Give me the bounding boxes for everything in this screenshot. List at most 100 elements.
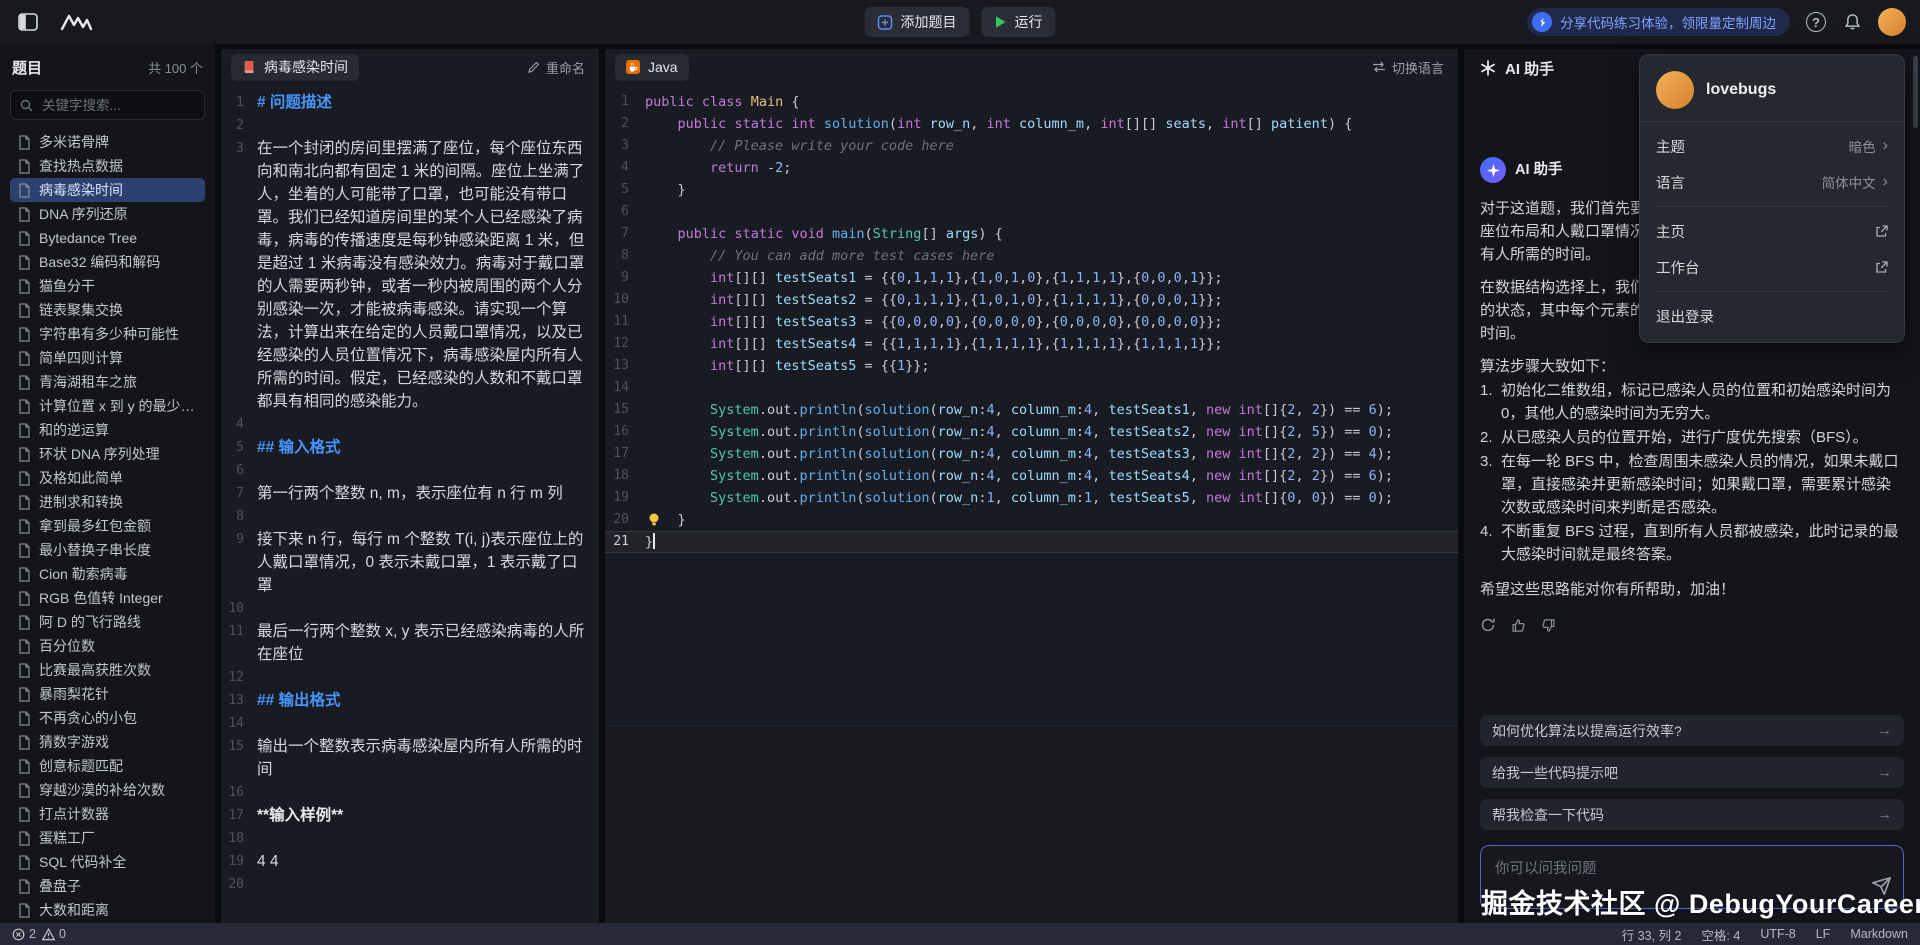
code-line[interactable]: 9 int[][] testSeats1 = {{0,1,1,1},{1,0,1… [605,267,1458,289]
sidebar-item[interactable]: Cion 勒索病毒 [10,562,205,586]
sidebar-item[interactable]: Bytedance Tree [10,226,205,250]
sidebar-item[interactable]: 不再贪心的小包 [10,706,205,730]
sidebar-item[interactable]: 暴雨梨花针 [10,682,205,706]
sidebar-item[interactable]: 计算位置 x 到 y 的最少步数 [10,394,205,418]
code-line[interactable]: 3 // Please write your code here [605,135,1458,157]
code-line[interactable]: 2 public static int solution(int row_n, … [605,113,1458,135]
markdown-line[interactable]: 13## 输出格式 [221,689,599,712]
code-line[interactable]: 6 [605,201,1458,223]
search-box[interactable] [10,90,205,120]
code-line[interactable]: 7 public static void main(String[] args)… [605,223,1458,245]
markdown-line[interactable]: 20 [221,873,599,896]
code-line[interactable]: 10 int[][] testSeats2 = {{0,1,1,1},{1,0,… [605,289,1458,311]
sidebar-item[interactable]: 环状 DNA 序列处理 [10,442,205,466]
eol[interactable]: LF [1816,927,1831,941]
code-line[interactable]: 13 int[][] testSeats5 = {{1}}; [605,355,1458,377]
rename-button[interactable]: 重命名 [527,58,589,77]
sidebar-item[interactable]: SQL 代码补全 [10,850,205,874]
ai-suggestion-pill[interactable]: 帮我检查一下代码→ [1480,799,1904,830]
language-mode[interactable]: Markdown [1850,927,1908,941]
code-line[interactable]: 18 System.out.println(solution(row_n:4, … [605,465,1458,487]
encoding[interactable]: UTF-8 [1760,927,1795,941]
sidebar-item[interactable]: 百分位数 [10,634,205,658]
indentation[interactable]: 空格: 4 [1701,925,1740,944]
search-input[interactable] [40,97,195,114]
sidebar-item[interactable]: 和的逆运算 [10,418,205,442]
sidebar-item[interactable]: 猫鱼分干 [10,274,205,298]
problem-tab[interactable]: 病毒感染时间 [231,54,359,81]
user-avatar[interactable] [1878,8,1906,36]
sidebar-item[interactable]: RGB 色值转 Integer [10,586,205,610]
code-line[interactable]: 19 System.out.println(solution(row_n:1, … [605,487,1458,509]
sidebar-item[interactable]: 大数和距离 [10,898,205,922]
promo-banner[interactable]: 分享代码练习体验，领限量定制周边 [1527,8,1790,36]
code-line[interactable]: 14 [605,377,1458,399]
sidebar-item[interactable]: 创意标题匹配 [10,754,205,778]
send-icon[interactable] [1871,875,1893,902]
warnings-indicator[interactable]: 0 [42,927,66,941]
markdown-line[interactable]: 7第一行两个整数 n, m，表示座位有 n 行 m 列 [221,482,599,505]
errors-indicator[interactable]: 2 [12,927,36,941]
markdown-line[interactable]: 5## 输入格式 [221,436,599,459]
markdown-line[interactable]: 17**输入样例** [221,804,599,827]
sidebar-item[interactable]: 拿到最多红包金额 [10,514,205,538]
sidebar-item[interactable]: 最小替换子串长度 [10,538,205,562]
sidebar-item[interactable]: 进制求和转换 [10,490,205,514]
menu-item[interactable]: 退出登录 [1640,298,1904,334]
markdown-line[interactable]: 10 [221,597,599,620]
run-button[interactable]: 运行 [982,7,1056,37]
sidebar-item[interactable]: 猜数字游戏 [10,730,205,754]
switch-language-button[interactable]: 切换语言 [1372,58,1448,77]
sidebar-item[interactable]: 多米诺骨牌 [10,130,205,154]
sidebar-item[interactable]: 阿 D 的飞行路线 [10,610,205,634]
code-line[interactable]: 21} [605,531,1458,553]
thumbs-down-icon[interactable] [1541,618,1556,633]
add-problem-button[interactable]: 添加题目 [865,7,970,37]
lightbulb-icon[interactable] [647,512,661,527]
markdown-line[interactable]: 14 [221,712,599,735]
markdown-line[interactable]: 16 [221,781,599,804]
ai-input-box[interactable] [1480,845,1904,909]
code-line[interactable]: 5 } [605,179,1458,201]
help-icon[interactable]: ? [1806,12,1826,32]
code-line[interactable]: 20 } [605,509,1458,531]
markdown-line[interactable]: 1# 问题描述 [221,91,599,114]
thumbs-up-icon[interactable] [1511,618,1526,633]
regenerate-icon[interactable] [1480,617,1496,633]
panel-toggle-icon[interactable] [14,8,42,36]
sidebar-item[interactable]: DNA 序列还原 [10,202,205,226]
menu-item[interactable]: 主题暗色› [1640,128,1904,164]
code-line[interactable]: 4 return -2; [605,157,1458,179]
markdown-line[interactable]: 12 [221,666,599,689]
sidebar-item[interactable]: 字符串有多少种可能性 [10,322,205,346]
statusbar-problems[interactable]: 2 0 [12,927,66,941]
markdown-line[interactable]: 4 [221,413,599,436]
sidebar-item[interactable]: 比赛最高获胜次数 [10,658,205,682]
ai-suggestion-pill[interactable]: 给我一些代码提示吧→ [1480,757,1904,788]
app-logo[interactable] [58,8,98,36]
menu-item[interactable]: 工作台 [1640,249,1904,285]
sidebar-item[interactable]: 病毒感染时间 [10,178,205,202]
cursor-position[interactable]: 行 33, 列 2 [1622,925,1682,944]
sidebar-item[interactable]: 蛋糕工厂 [10,826,205,850]
code-line[interactable]: 11 int[][] testSeats3 = {{0,0,0,0},{0,0,… [605,311,1458,333]
code-line[interactable]: 16 System.out.println(solution(row_n:4, … [605,421,1458,443]
sidebar-item[interactable]: 简单四则计算 [10,346,205,370]
code-line[interactable]: 12 int[][] testSeats4 = {{1,1,1,1},{1,1,… [605,333,1458,355]
sidebar-item[interactable]: 链表聚集交换 [10,298,205,322]
menu-item[interactable]: 语言简体中文› [1640,164,1904,200]
markdown-line[interactable]: 18 [221,827,599,850]
markdown-line[interactable]: 11最后一行两个整数 x, y 表示已经感染病毒的人所在座位 [221,620,599,666]
code-line[interactable]: 15 System.out.println(solution(row_n:4, … [605,399,1458,421]
markdown-line[interactable]: 6 [221,459,599,482]
sidebar-item[interactable]: 穿越沙漠的补给次数 [10,778,205,802]
code-line[interactable]: 17 System.out.println(solution(row_n:4, … [605,443,1458,465]
markdown-line[interactable]: 8 [221,505,599,528]
markdown-line[interactable]: 3在一个封闭的房间里摆满了座位，每个座位东西向和南北向都有固定 1 米的间隔。座… [221,137,599,413]
markdown-line[interactable]: 2 [221,114,599,137]
ai-question-input[interactable] [1493,855,1891,899]
markdown-line[interactable]: 9接下来 n 行，每行 m 个整数 T(i, j)表示座位上的人戴口罩情况，0 … [221,528,599,597]
sidebar-item[interactable]: 查找热点数据 [10,154,205,178]
ai-suggestion-pill[interactable]: 如何优化算法以提高运行效率?→ [1480,715,1904,746]
sidebar-item[interactable]: 打点计数器 [10,802,205,826]
